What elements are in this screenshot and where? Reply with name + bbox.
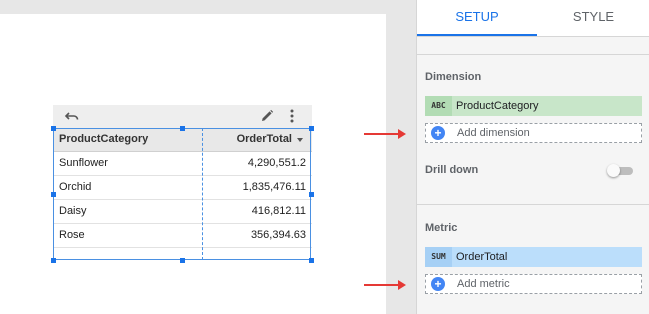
more-vert-icon[interactable] (287, 108, 297, 124)
resize-handle[interactable] (309, 126, 314, 131)
add-metric-button[interactable]: + Add metric (425, 274, 642, 294)
undo-icon[interactable] (64, 108, 80, 124)
drill-down-toggle[interactable] (607, 164, 633, 177)
drill-down-label: Drill down (425, 164, 479, 176)
resize-handle[interactable] (51, 258, 56, 263)
add-circle-icon: + (431, 126, 445, 140)
metric-section-title: Metric (425, 222, 458, 234)
add-dimension-button[interactable]: + Add dimension (425, 123, 642, 143)
dimension-chip[interactable]: ABC ProductCategory (425, 96, 642, 116)
annotation-arrow-head (398, 129, 406, 139)
add-dimension-label: Add dimension (457, 127, 530, 139)
add-metric-label: Add metric (457, 278, 510, 290)
aggregation-tag: SUM (425, 247, 452, 267)
resize-handle[interactable] (51, 192, 56, 197)
pencil-icon[interactable] (259, 108, 275, 124)
resize-handle[interactable] (180, 258, 185, 263)
tab-setup[interactable]: SETUP (417, 0, 537, 36)
add-circle-icon: + (431, 277, 445, 291)
resize-handle[interactable] (180, 126, 185, 131)
annotation-arrow-head (398, 280, 406, 290)
section-divider (417, 54, 649, 55)
resize-handle[interactable] (51, 126, 56, 131)
annotation-arrow (364, 284, 400, 286)
resize-handle[interactable] (309, 258, 314, 263)
column-resize-guide[interactable] (202, 128, 203, 260)
properties-panel: SETUP STYLE Dimension ABC ProductCategor… (416, 0, 649, 314)
toggle-knob (607, 164, 620, 177)
metric-chip[interactable]: SUM OrderTotal (425, 247, 642, 267)
section-divider (417, 204, 649, 205)
panel-tabs: SETUP STYLE (417, 0, 649, 37)
chart-toolbar (53, 105, 312, 128)
selection-outline (53, 128, 311, 260)
resize-handle[interactable] (309, 192, 314, 197)
dimension-chip-label: ProductCategory (456, 100, 539, 112)
metric-chip-label: OrderTotal (456, 251, 508, 263)
tab-style[interactable]: STYLE (537, 0, 649, 36)
annotation-arrow (364, 133, 400, 135)
text-type-tag: ABC (425, 96, 452, 116)
dimension-section-title: Dimension (425, 71, 482, 83)
